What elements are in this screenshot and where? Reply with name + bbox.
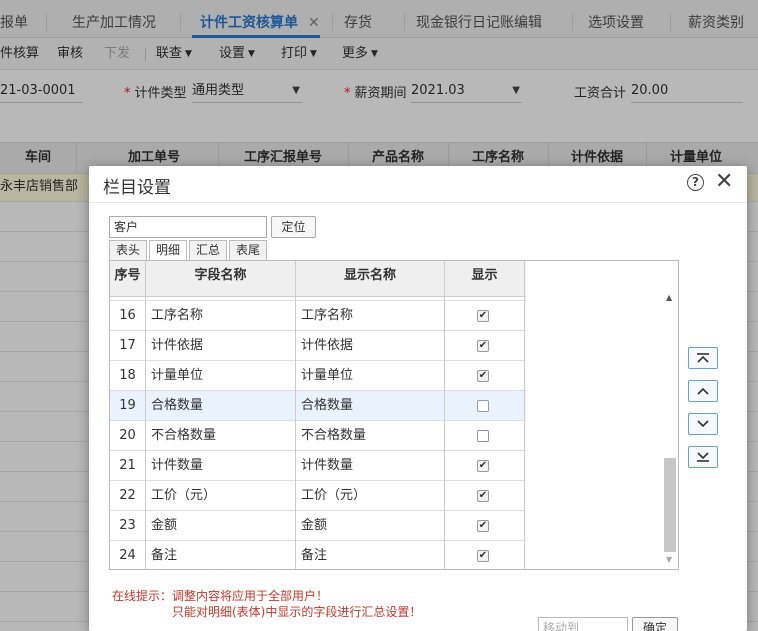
table-row[interactable]: 20 不合格数量 不合格数量 <box>110 421 526 451</box>
table-row[interactable]: 24 备注 备注 ✔ <box>110 541 526 569</box>
row-display-name[interactable]: 备注 <box>296 541 445 569</box>
table-row[interactable]: 21 计件数量 计件数量 ✔ <box>110 451 526 481</box>
table-row[interactable]: 16 工序名称 工序名称 ✔ <box>110 301 526 331</box>
row-display-name[interactable]: 工序名称 <box>296 301 445 331</box>
help-icon[interactable]: ? <box>687 174 704 191</box>
chevron-up-icon <box>697 387 709 395</box>
row-show-cell <box>445 391 525 421</box>
close-icon[interactable]: ✕ <box>715 169 733 195</box>
row-show-cell: ✔ <box>445 301 525 331</box>
table-row[interactable]: 22 工价（元） 工价（元） ✔ <box>110 481 526 511</box>
row-show-cell: ✔ <box>445 451 525 481</box>
move-down-button[interactable] <box>688 413 718 435</box>
tip-line-2: 只能对明细(表体)中显示的字段进行汇总设置！ <box>172 605 422 619</box>
row-number: 22 <box>110 481 146 511</box>
dialog-title: 栏目设置 <box>103 178 171 198</box>
move-bottom-icon <box>697 452 709 462</box>
row-number: 18 <box>110 361 146 391</box>
col-header-display: 显示名称 <box>296 261 445 297</box>
chevron-down-icon <box>697 420 709 428</box>
row-field-name: 计件数量 <box>146 451 296 481</box>
row-field-name: 合格数量 <box>146 391 296 421</box>
row-number: 23 <box>110 511 146 541</box>
show-checkbox[interactable]: ✔ <box>477 370 489 382</box>
column-table: 序号 字段名称 显示名称 显示 16 工序名称 工序名称 ✔ 17 计件依据 计件依据 ✔ 18… <box>109 260 679 570</box>
show-checkbox[interactable]: ✔ <box>477 340 489 352</box>
scroll-up-icon[interactable]: ▲ <box>666 293 672 302</box>
scroll-down-icon[interactable]: ▼ <box>666 555 672 564</box>
tab-footer[interactable]: 表尾 <box>229 240 267 260</box>
show-checkbox[interactable] <box>477 400 489 412</box>
row-display-name[interactable]: 计件依据 <box>296 331 445 361</box>
table-row[interactable]: 17 计件依据 计件依据 ✔ <box>110 331 526 361</box>
show-checkbox[interactable]: ✔ <box>477 310 489 322</box>
row-display-name[interactable]: 合格数量 <box>296 391 445 421</box>
move-up-button[interactable] <box>688 380 718 402</box>
dialog-divider <box>89 202 747 203</box>
row-number: 20 <box>110 421 146 451</box>
row-field-name: 不合格数量 <box>146 421 296 451</box>
row-show-cell: ✔ <box>445 361 525 391</box>
row-field-name: 金额 <box>146 511 296 541</box>
row-field-name: 备注 <box>146 541 296 569</box>
show-checkbox[interactable]: ✔ <box>477 490 489 502</box>
row-number: 19 <box>110 391 146 421</box>
row-show-cell: ✔ <box>445 541 525 569</box>
scrollbar-thumb[interactable] <box>664 458 676 552</box>
table-header: 序号 字段名称 显示名称 显示 <box>110 261 526 297</box>
row-show-cell: ✔ <box>445 481 525 511</box>
row-field-name: 计量单位 <box>146 361 296 391</box>
column-settings-dialog: 栏目设置 ? ✕ 客户 定位 表头 明细 汇总 表尾 序号 字段名称 显示名称 … <box>89 166 747 631</box>
show-checkbox[interactable]: ✔ <box>477 520 489 532</box>
move-top-icon <box>697 353 709 363</box>
search-input[interactable]: 客户 <box>109 216 267 238</box>
show-checkbox[interactable] <box>477 430 489 442</box>
row-display-name[interactable]: 金额 <box>296 511 445 541</box>
row-field-name: 工序名称 <box>146 301 296 331</box>
row-number: 16 <box>110 301 146 331</box>
tip-line-1: 在线提示：调整内容将应用于全部用户！ <box>112 589 329 603</box>
col-header-no: 序号 <box>110 261 146 297</box>
table-row[interactable]: 19 合格数量 合格数量 <box>110 391 526 421</box>
locate-button[interactable]: 定位 <box>271 216 316 238</box>
move-bottom-button[interactable] <box>688 446 718 468</box>
row-show-cell: ✔ <box>445 331 525 361</box>
row-number: 24 <box>110 541 146 569</box>
table-row[interactable]: 18 计量单位 计量单位 ✔ <box>110 361 526 391</box>
row-show-cell <box>445 421 525 451</box>
row-field-name: 计件依据 <box>146 331 296 361</box>
row-number: 17 <box>110 331 146 361</box>
row-show-cell: ✔ <box>445 511 525 541</box>
row-display-name[interactable]: 工价（元） <box>296 481 445 511</box>
row-display-name[interactable]: 计量单位 <box>296 361 445 391</box>
tab-summary[interactable]: 汇总 <box>189 240 227 260</box>
ok-button[interactable]: 确定 <box>632 617 678 631</box>
row-display-name[interactable]: 不合格数量 <box>296 421 445 451</box>
show-checkbox[interactable]: ✔ <box>477 550 489 562</box>
row-field-name: 工价（元） <box>146 481 296 511</box>
row-display-name[interactable]: 计件数量 <box>296 451 445 481</box>
col-header-show: 显示 <box>445 261 525 297</box>
tab-detail[interactable]: 明细 <box>149 240 187 261</box>
move-top-button[interactable] <box>688 347 718 369</box>
col-header-field: 字段名称 <box>146 261 296 297</box>
tab-header[interactable]: 表头 <box>109 240 147 260</box>
move-to-input[interactable]: 移动到 <box>538 617 628 631</box>
show-checkbox[interactable]: ✔ <box>477 460 489 472</box>
row-number: 21 <box>110 451 146 481</box>
table-row[interactable]: 23 金额 金额 ✔ <box>110 511 526 541</box>
table-scrollbar[interactable]: ▲ ▼ <box>663 291 678 569</box>
